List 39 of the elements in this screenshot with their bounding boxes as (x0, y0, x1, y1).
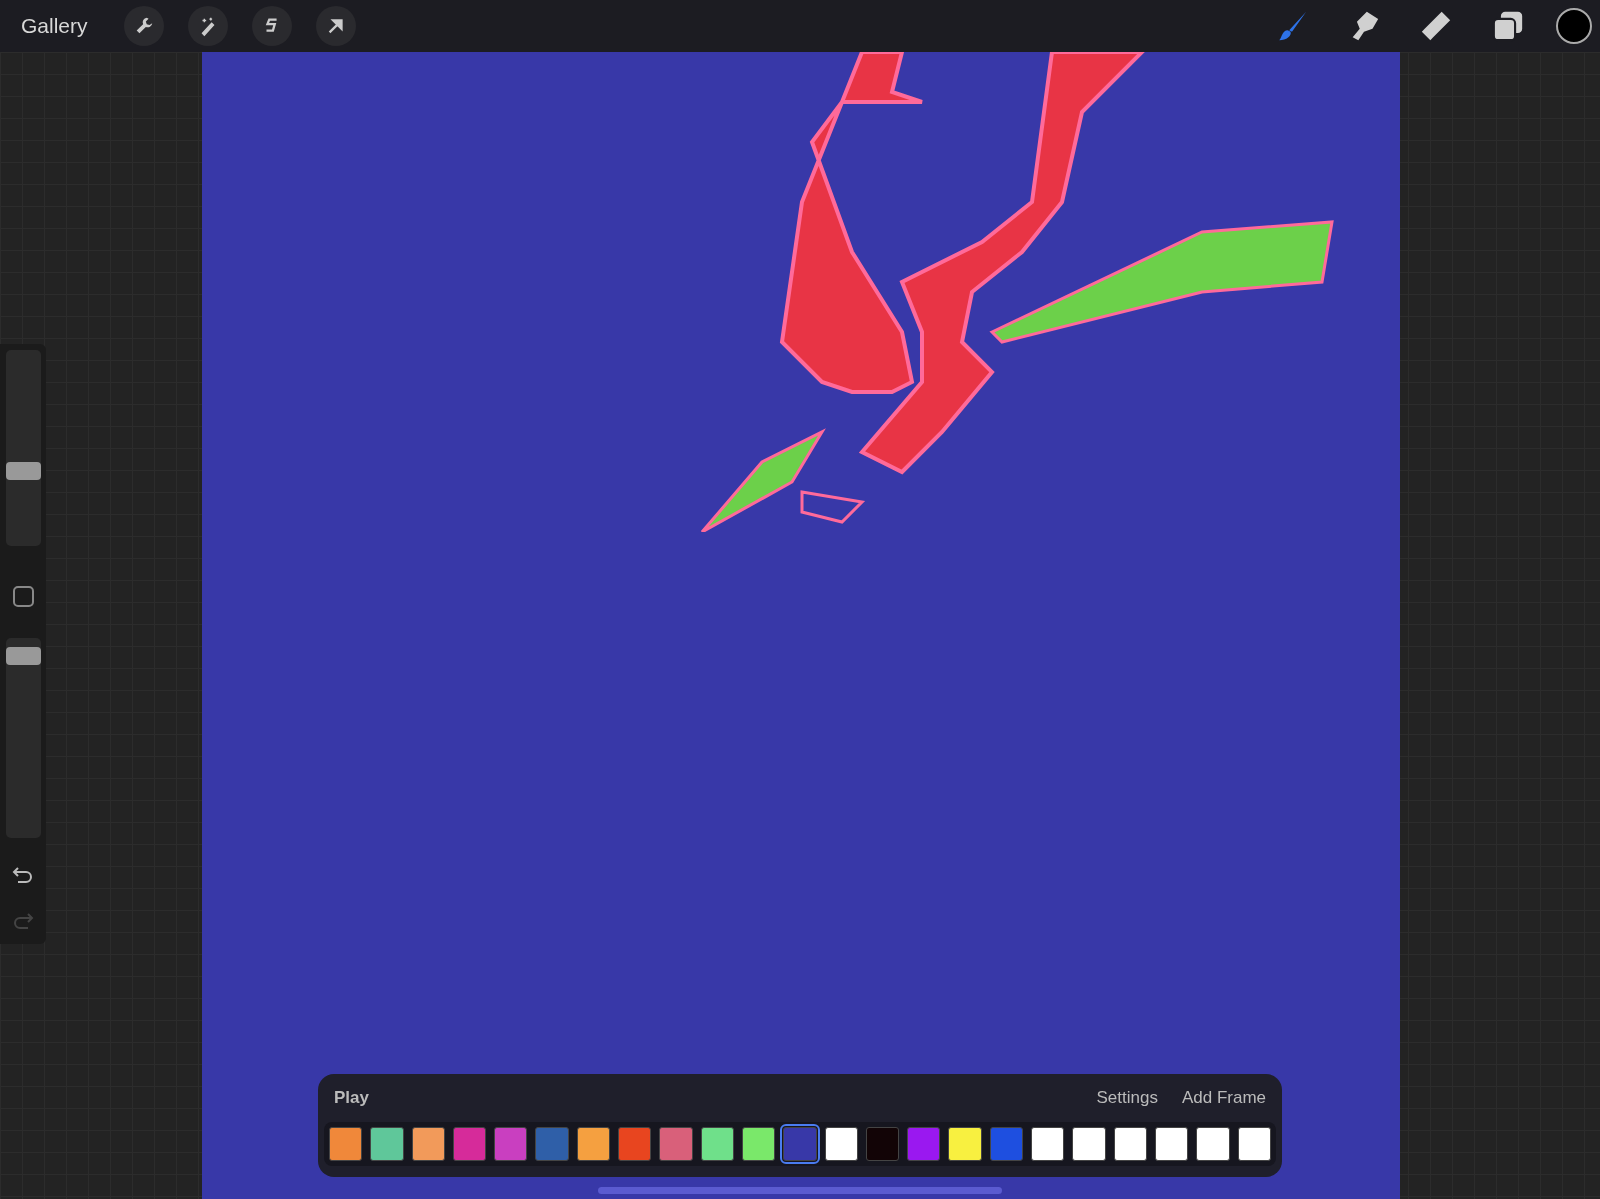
frame-thumbnail[interactable] (1154, 1127, 1189, 1161)
wrench-button[interactable] (124, 6, 164, 46)
settings-button[interactable]: Settings (1096, 1085, 1158, 1111)
arrow-button[interactable] (316, 6, 356, 46)
add-frame-button[interactable]: Add Frame (1181, 1085, 1266, 1111)
play-button[interactable]: Play (334, 1085, 369, 1111)
frame-thumbnail[interactable] (1031, 1127, 1065, 1161)
frame-thumbnail[interactable] (741, 1127, 776, 1161)
frame-thumbnail[interactable] (494, 1127, 528, 1161)
frame-thumbnail[interactable] (783, 1127, 817, 1161)
frame-thumbnail[interactable] (1113, 1127, 1147, 1161)
frame-thumbnail[interactable] (865, 1127, 900, 1161)
frame-thumbnail[interactable] (576, 1127, 611, 1161)
frame-thumbnail[interactable] (907, 1127, 941, 1161)
frame-thumbnail[interactable] (452, 1127, 487, 1161)
frame-thumbnail[interactable] (370, 1127, 404, 1161)
frame-thumbnail[interactable] (700, 1127, 734, 1161)
frame-thumbnail[interactable] (989, 1127, 1024, 1161)
frame-thumbnail[interactable] (1237, 1127, 1271, 1161)
frame-thumbnail[interactable] (1072, 1127, 1106, 1161)
drawing-canvas[interactable] (202, 52, 1400, 1199)
opacity-slider[interactable] (6, 638, 41, 838)
frame-thumbnail[interactable] (1196, 1127, 1230, 1161)
frame-thumbnail[interactable] (535, 1127, 569, 1161)
frame-thumbnail[interactable] (329, 1127, 363, 1161)
frame-thumbnail[interactable] (659, 1127, 693, 1161)
frame-thumbnail[interactable] (618, 1127, 652, 1161)
frame-thumbnail[interactable] (948, 1127, 982, 1161)
undo-icon[interactable] (12, 866, 34, 886)
frame-thumbnail[interactable] (824, 1127, 858, 1161)
magic-wand-button[interactable] (188, 6, 228, 46)
frame-thumbnail[interactable] (411, 1127, 445, 1161)
gallery-link[interactable]: Gallery (0, 10, 120, 42)
brush-size-slider[interactable] (6, 350, 41, 546)
modify-button[interactable] (13, 586, 34, 607)
selection-button[interactable] (252, 6, 292, 46)
slider-thumb[interactable] (6, 462, 41, 481)
color-picker[interactable] (1556, 8, 1592, 44)
slider-thumb[interactable] (6, 647, 41, 666)
